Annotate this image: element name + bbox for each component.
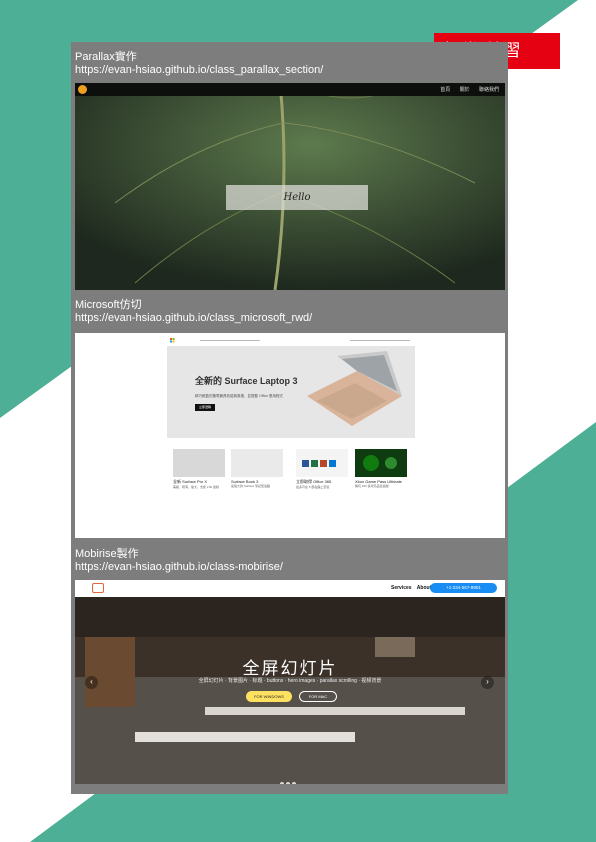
- product-card[interactable]: 全新 Surface Pro X 美觀、輕薄、強大，支援 LTE 連線: [173, 449, 225, 489]
- parallax-screenshot: 首頁 關於 聯絡我們 Hello: [75, 83, 505, 290]
- mac-button[interactable]: FOR MAC: [299, 691, 337, 702]
- section-url-microsoft[interactable]: https://evan-hsiao.github.io/class_micro…: [75, 312, 312, 325]
- hero-description: 精巧輕盈的筆電兼具效能與風格，並搭載 Office 應用程式: [195, 394, 284, 398]
- prev-arrow-icon[interactable]: ‹: [85, 676, 98, 689]
- logo-icon[interactable]: [78, 85, 87, 94]
- hero-description: 全屏幻灯片 · 背景图片 · 标题 · buttons · hero image…: [198, 678, 382, 684]
- product-card[interactable]: 立即取得 Office 365 最多可在 5 部電腦上安裝: [296, 449, 348, 489]
- laptop-image: [307, 351, 402, 426]
- shop-now-button[interactable]: 立即選購: [195, 404, 215, 411]
- mobirise-navbar: Services About Us +1-234-567-8901: [75, 580, 505, 597]
- surface-hero: 全新的 Surface Laptop 3 精巧輕盈的筆電兼具效能與風格，並搭載 …: [167, 346, 415, 438]
- hero-title: 全新的 Surface Laptop 3: [195, 376, 298, 386]
- logo-icon[interactable]: [92, 583, 104, 593]
- parallax-navbar: 首頁 關於 聯絡我們: [75, 83, 505, 96]
- mobirise-screenshot: Services About Us +1-234-567-8901 全屏幻灯片 …: [75, 580, 505, 784]
- hello-box: Hello: [226, 185, 368, 210]
- office-photo: [75, 597, 505, 784]
- parallax-nav-links[interactable]: 首頁 關於 聯絡我們: [440, 86, 499, 93]
- product-card[interactable]: Surface Book 3 最強大的 Surface 筆記型電腦: [231, 449, 283, 488]
- next-arrow-icon[interactable]: ›: [481, 676, 494, 689]
- section-title-microsoft: Microsoft仿切: [75, 299, 142, 311]
- hero-title: 全屏幻灯片: [242, 659, 338, 678]
- phone-button[interactable]: +1-234-567-8901: [430, 583, 497, 593]
- slide-dots[interactable]: [280, 773, 298, 784]
- section-url-parallax[interactable]: https://evan-hsiao.github.io/class_paral…: [75, 64, 323, 77]
- windows-button[interactable]: FOR WINDOWS: [246, 691, 292, 702]
- section-url-mobirise[interactable]: https://evan-hsiao.github.io/class-mobir…: [75, 561, 283, 574]
- section-title-parallax: Parallax實作: [75, 51, 137, 63]
- product-card[interactable]: Xbox Game Pass Ultimate 暢玩 100 多款高品質遊戲: [355, 449, 407, 488]
- section-title-mobirise: Mobirise製作: [75, 548, 139, 560]
- microsoft-screenshot: 全新的 Surface Laptop 3 精巧輕盈的筆電兼具效能與風格，並搭載 …: [75, 333, 505, 538]
- microsoft-header: [170, 337, 414, 344]
